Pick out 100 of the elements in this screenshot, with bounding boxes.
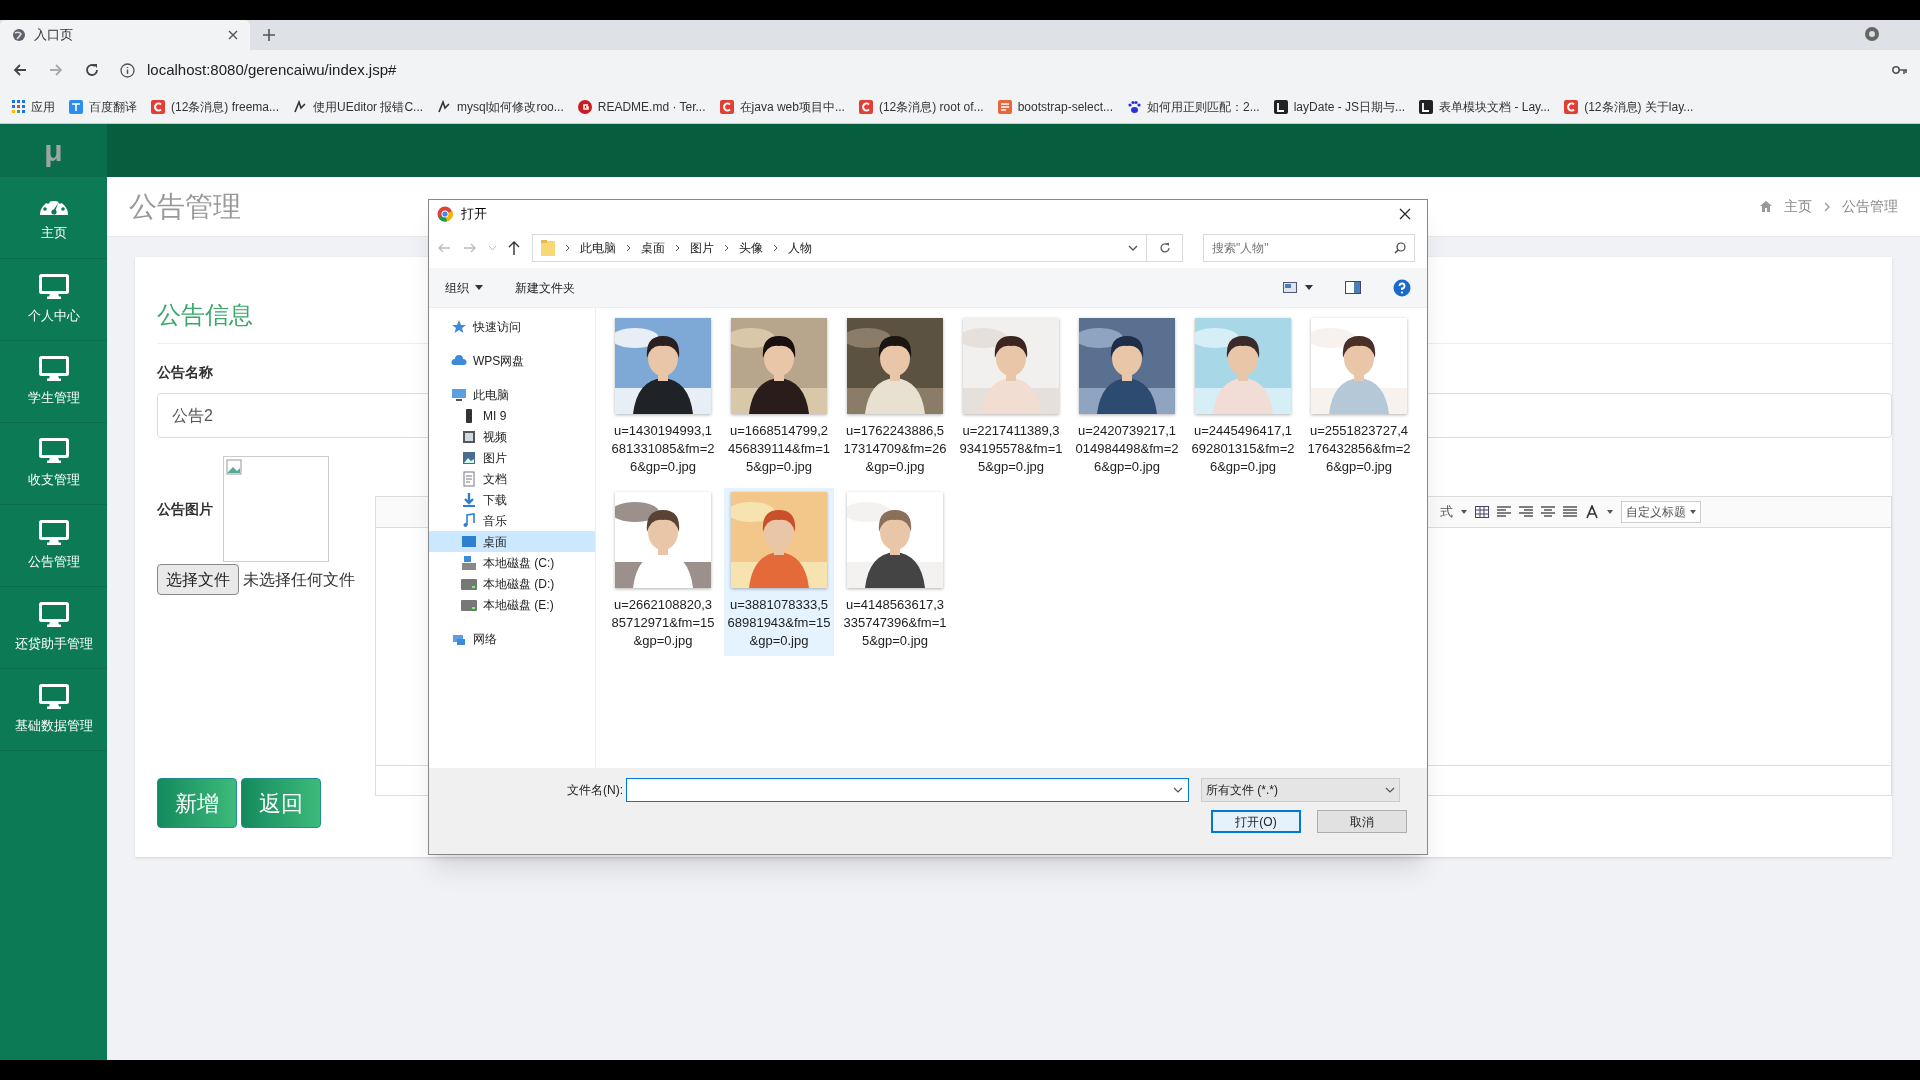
search-icon[interactable] xyxy=(1394,242,1406,254)
bookmark-link[interactable]: 表单模块文档 - Lay... xyxy=(1439,97,1551,116)
key-icon[interactable] xyxy=(1892,64,1908,76)
organize-menu[interactable]: 组织 xyxy=(445,278,483,297)
justify-icon[interactable] xyxy=(1563,506,1577,518)
path-segment[interactable]: 桌面 xyxy=(641,239,665,257)
bookmark-link[interactable]: layDate - JS日期与... xyxy=(1293,97,1406,116)
sidebar-item[interactable]: 学生管理 xyxy=(27,387,80,408)
file-type-dropdown[interactable]: 所有文件 (*.*) xyxy=(1201,778,1400,802)
caret-icon[interactable] xyxy=(1385,787,1395,793)
sidebar-item[interactable]: 主页 xyxy=(40,222,67,243)
nav-item[interactable]: 本地磁盘 (D:) xyxy=(429,573,595,594)
style-dropdown[interactable]: 式 xyxy=(1440,502,1453,522)
monitor-icon[interactable] xyxy=(38,273,69,300)
view-menu[interactable] xyxy=(1283,282,1313,293)
cancel-button[interactable]: 取消 xyxy=(1317,810,1407,833)
nav-item[interactable]: 此电脑 xyxy=(429,384,595,405)
address-bar[interactable]: localhost:8080/gerencaiwu/index.jsp# xyxy=(147,58,397,82)
nav-item[interactable]: 本地磁盘 (C:) xyxy=(429,552,595,573)
chevron-icon xyxy=(626,244,631,252)
filename-field[interactable] xyxy=(626,778,1189,802)
apps-icon xyxy=(12,100,25,113)
caret-icon[interactable] xyxy=(1173,787,1183,793)
add-button[interactable]: 新增 xyxy=(157,778,237,828)
bookmark-link[interactable]: (12条消息) 关于lay... xyxy=(1584,97,1694,116)
monitor-icon[interactable] xyxy=(38,601,69,628)
info-icon[interactable] xyxy=(120,62,135,78)
bookmark-link[interactable]: bootstrap-select... xyxy=(1017,97,1113,116)
monitor-icon[interactable] xyxy=(38,437,69,464)
folder-icon xyxy=(541,240,555,256)
new-folder-button[interactable]: 新建文件夹 xyxy=(515,278,1251,297)
close-icon[interactable] xyxy=(1399,208,1411,220)
bookmark-link[interactable]: 使用UEditor 报错C... xyxy=(313,97,424,116)
sidebar-item[interactable]: 还贷助手管理 xyxy=(14,633,93,654)
search-input[interactable]: 搜索"人物" xyxy=(1212,239,1394,257)
nav-item[interactable]: 桌面 xyxy=(429,531,595,552)
sidebar-item[interactable]: 公告管理 xyxy=(27,551,80,572)
nav-item[interactable]: 本地磁盘 (E:) xyxy=(429,594,595,615)
up-arrow-icon[interactable] xyxy=(508,241,520,255)
bookmark-link[interactable]: 在java web项目中... xyxy=(739,97,845,116)
font-color-icon[interactable] xyxy=(1585,505,1599,519)
caret-icon[interactable] xyxy=(1461,510,1467,514)
new-tab-icon[interactable] xyxy=(262,28,276,42)
bookmark-link[interactable]: 应用 xyxy=(31,97,55,116)
align-center-icon[interactable] xyxy=(1541,506,1555,518)
align-right-icon[interactable] xyxy=(1519,506,1533,518)
caret-icon[interactable] xyxy=(1690,510,1696,514)
caret-icon[interactable] xyxy=(1305,285,1313,290)
file-item[interactable]: u=4148563617,3335747396&fm=15&gp=0.jpg xyxy=(840,488,950,656)
nav-item[interactable]: 图片 xyxy=(429,447,595,468)
preview-pane-icon[interactable] xyxy=(1345,281,1361,294)
breadcrumb-item[interactable]: 主页 xyxy=(1784,196,1812,217)
path-segment[interactable]: 人物 xyxy=(788,239,812,257)
c-logo-icon xyxy=(858,99,873,114)
desktop-icon xyxy=(461,533,477,550)
monitor-icon[interactable] xyxy=(38,683,69,710)
table-icon[interactable] xyxy=(1475,506,1489,518)
open-button[interactable]: 打开(O) xyxy=(1211,810,1301,833)
refresh-icon[interactable] xyxy=(1158,242,1171,254)
back-button[interactable]: 返回 xyxy=(241,778,321,828)
align-left-icon[interactable] xyxy=(1497,506,1511,518)
profile-icon[interactable] xyxy=(1864,26,1880,42)
nav-item[interactable]: 快速访问 xyxy=(429,316,595,337)
music-icon xyxy=(461,512,477,529)
path-segment[interactable]: 头像 xyxy=(739,239,763,257)
bookmark-link[interactable]: README.md · Ter... xyxy=(597,97,706,116)
bookmark-link[interactable]: mysql如何修改roo... xyxy=(457,97,564,116)
path-segment[interactable]: 此电脑 xyxy=(580,239,616,257)
file-item[interactable]: u=3881078333,568981943&fm=15&gp=0.jpg xyxy=(724,488,834,656)
bookmark-link[interactable]: (12条消息) root of... xyxy=(878,97,984,116)
choose-file-button[interactable]: 选择文件 xyxy=(157,564,239,595)
nav-item[interactable]: MI 9 xyxy=(429,405,595,426)
caret-icon[interactable] xyxy=(1607,510,1613,514)
nav-item[interactable]: 下载 xyxy=(429,489,595,510)
nav-item[interactable]: 网络 xyxy=(429,628,595,649)
doc-icon xyxy=(461,470,477,487)
help-icon[interactable] xyxy=(1393,278,1411,297)
caret-icon[interactable] xyxy=(1128,245,1138,251)
bookmark-link[interactable]: (12条消息) freema... xyxy=(171,97,280,116)
nav-item[interactable]: 文档 xyxy=(429,468,595,489)
sidebar-item[interactable]: 收支管理 xyxy=(27,469,80,490)
bookmark-link[interactable]: 百度翻译 xyxy=(89,97,137,116)
close-icon[interactable] xyxy=(228,30,238,40)
search-field[interactable]: 搜索"人物" xyxy=(1203,234,1415,262)
nav-item[interactable]: WPS网盘 xyxy=(429,350,595,371)
sidebar-item[interactable]: 个人中心 xyxy=(27,305,80,326)
path-segment[interactable]: 图片 xyxy=(690,239,714,257)
monitor-icon[interactable] xyxy=(38,355,69,382)
bookmark-link[interactable]: 如何用正则匹配：2... xyxy=(1147,97,1260,116)
reload-icon[interactable] xyxy=(84,62,100,78)
file-item[interactable]: u=2662108820,385712971&fm=15&gp=0.jpg xyxy=(608,488,718,656)
caret-icon[interactable] xyxy=(475,285,483,290)
path-bar[interactable]: 此电脑 桌面 图片 头像 人物 xyxy=(532,234,1183,262)
back-icon[interactable] xyxy=(12,62,28,78)
monitor-icon[interactable] xyxy=(38,519,69,546)
heading-dropdown[interactable]: 自定义标题 xyxy=(1621,501,1701,523)
nav-item[interactable]: 视频 xyxy=(429,426,595,447)
browser-tab[interactable]: 入口页 xyxy=(0,20,250,50)
sidebar-item[interactable]: 基础数据管理 xyxy=(14,715,93,736)
nav-item[interactable]: 音乐 xyxy=(429,510,595,531)
